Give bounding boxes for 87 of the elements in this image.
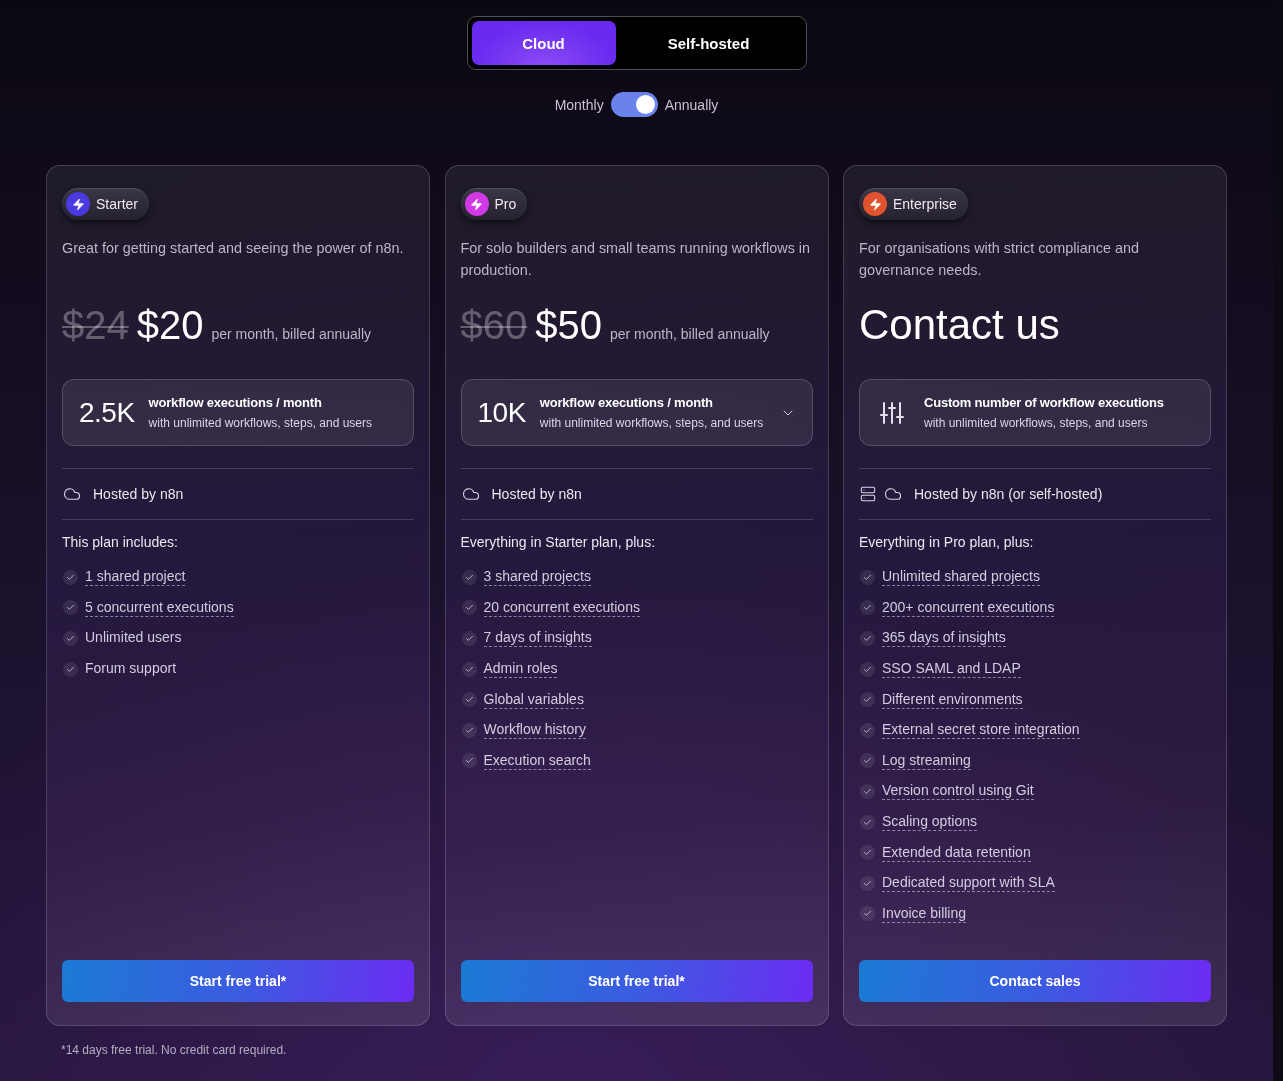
cta-button[interactable]: Start free trial* [62,960,414,1002]
feature-label[interactable]: Extended data retention [882,843,1031,862]
feature-label[interactable]: 20 concurrent executions [483,598,640,617]
plan-price: $50 [535,302,602,349]
check-icon [63,661,78,677]
sliders-icon [880,400,904,425]
check-icon [860,906,875,922]
check-icon [461,631,477,646]
old-price: $24 [62,302,129,349]
executions-title: workflow executions / month [148,393,323,412]
feature-label[interactable]: Global variables [483,690,584,709]
plan-name: Enterprise [893,196,957,212]
old-price: $60 [460,302,528,349]
price-period: per month, billed annually [211,326,372,342]
billing-label: Annually [664,96,719,113]
executions-title: workflow executions / month [539,393,714,412]
check-icon [860,722,875,738]
feature-label[interactable]: Workflow history [483,721,586,740]
check-icon [860,814,875,830]
check-icon [63,600,78,616]
executions-subtitle: with unlimited workflows, steps, and users [539,414,764,432]
check-icon [860,845,875,861]
executions-subtitle: with unlimited workflows, steps, and users [148,414,373,432]
deployment-tab[interactable]: Cloud [471,21,616,65]
executions-title: Custom number of workflow executions [924,393,1164,412]
check-icon [860,569,875,585]
plan-description: For organisations with strict compliance and governance needs. [859,239,1140,280]
executions-amount: 10K [477,396,526,429]
cloud-icon [461,485,480,503]
deployment-tab[interactable]: Self-hosted [615,21,802,65]
check-icon [461,722,477,738]
cta-button[interactable]: Start free trial* [460,960,813,1002]
plan-description: Great for getting started and seeing the power of n8n. [62,239,405,258]
hosting-label: Hosted by n8n (or self-hosted) [914,486,1103,502]
feature-label[interactable]: Scaling options [882,813,977,832]
plan-name: Pro [494,196,517,212]
plan-price: $20 [136,302,204,349]
feature-label[interactable]: 200+ concurrent executions [882,598,1055,617]
cta-button[interactable]: Contact sales [859,960,1211,1002]
check-icon [63,631,78,646]
check-icon [461,600,477,616]
check-icon [860,783,875,799]
includes-heading: This plan includes: [62,533,179,552]
feature-label[interactable]: Unlimited shared projects [882,568,1040,587]
feature-label[interactable]: 7 days of insights [483,629,592,648]
feature-label[interactable]: 5 concurrent executions [85,598,234,617]
includes-heading: Everything in Pro plan, plus: [859,533,1035,552]
executions-amount: 2.5K [79,396,135,429]
billing-switch[interactable] [610,92,658,117]
feature-label[interactable]: External secret store integration [882,721,1080,740]
feature-label[interactable]: SSO SAML and LDAP [882,660,1021,679]
feature-label[interactable]: Admin roles [483,660,558,679]
feature-label[interactable]: 1 shared project [85,568,186,587]
cloud-icon [884,485,902,503]
feature-label[interactable]: Different environments [882,690,1023,709]
feature-label[interactable]: 365 days of insights [882,629,1006,648]
check-icon [860,631,875,646]
plan-name: Starter [96,196,138,212]
includes-heading: Everything in Starter plan, plus: [460,533,657,552]
feature-label[interactable]: Execution search [483,751,591,770]
check-icon [860,600,875,616]
check-icon [461,661,477,677]
contact-heading: Contact us [859,301,1060,349]
feature-label[interactable]: Log streaming [882,751,971,770]
check-icon [461,569,477,585]
check-icon [63,569,78,585]
footnote: *14 days free trial. No credit card required. [60,1042,288,1058]
price-period: per month, billed annually [610,326,770,342]
check-icon [461,692,477,708]
feature-label[interactable]: Version control using Git [882,782,1034,801]
check-icon [860,661,875,677]
feature-label[interactable]: Invoice billing [882,904,967,923]
feature-label[interactable]: 3 shared projects [483,568,591,587]
executions-panel[interactable]: 10K workflow executions / month with unlimited workflows, steps, and users [460,379,813,446]
cloud-icon [63,485,81,503]
hosting-label: Hosted by n8n [93,486,184,502]
check-icon [461,753,477,769]
hosting-label: Hosted by n8n [491,486,582,502]
check-icon [860,875,875,891]
executions-subtitle: with unlimited workflows, steps, and users [924,414,1149,432]
feature-label[interactable]: Dedicated support with SLA [882,874,1055,893]
check-icon [860,753,875,769]
check-icon [860,692,875,708]
feature-label: Unlimited users [85,629,182,648]
feature-label: Forum support [85,660,177,679]
plan-description: For solo builders and small teams running workflows in production. [460,239,812,280]
billing-label: Monthly [554,96,604,113]
